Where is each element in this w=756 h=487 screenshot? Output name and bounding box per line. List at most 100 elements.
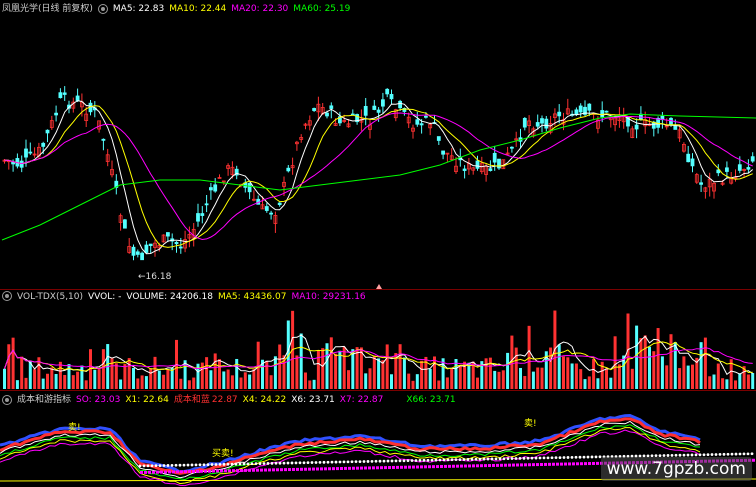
candle-body bbox=[148, 243, 153, 246]
cost-bar bbox=[396, 465, 399, 469]
ma5-label: MA5: 22.83 bbox=[112, 4, 165, 14]
cost-dot bbox=[238, 462, 242, 466]
cost-bar bbox=[524, 463, 527, 467]
candle-body bbox=[574, 109, 579, 115]
cost-dot bbox=[322, 460, 326, 464]
cost-dot bbox=[182, 463, 186, 467]
cost-dot bbox=[178, 463, 182, 467]
volume-bar bbox=[329, 337, 333, 389]
cost-bar bbox=[244, 468, 247, 472]
cost-bar bbox=[468, 464, 471, 468]
cost-dot bbox=[234, 462, 238, 466]
volume-bar bbox=[364, 373, 368, 389]
volume-bar bbox=[420, 360, 424, 389]
candle-body bbox=[363, 105, 368, 116]
cost-bar bbox=[520, 463, 523, 467]
volume-bar bbox=[235, 358, 239, 389]
cost-dot bbox=[278, 461, 282, 465]
cost-label: 成本和蓝 bbox=[173, 395, 210, 405]
cost-bar bbox=[248, 468, 251, 472]
ma20-label: MA20: 22.30 bbox=[231, 4, 289, 14]
volume-bar bbox=[347, 370, 350, 389]
cost-bar bbox=[144, 470, 147, 474]
cost-bar bbox=[184, 470, 187, 474]
cost-bar bbox=[180, 470, 183, 474]
cost-bar bbox=[188, 470, 191, 474]
cost-dot bbox=[482, 457, 486, 461]
cost-bar bbox=[192, 469, 195, 473]
candle-body bbox=[441, 150, 446, 155]
volume-bar bbox=[71, 375, 75, 389]
cost-dot bbox=[270, 461, 274, 465]
candle-body bbox=[604, 110, 609, 113]
cost-dot bbox=[274, 461, 278, 465]
cost-dot bbox=[518, 457, 522, 460]
candle-body bbox=[750, 156, 755, 162]
volume-bar bbox=[437, 380, 441, 389]
volume-bar bbox=[252, 369, 256, 389]
cost-dot bbox=[498, 457, 502, 461]
volume-bar bbox=[187, 380, 191, 389]
indicator-name: 成本和游指标 bbox=[17, 395, 72, 405]
cost-dot bbox=[378, 459, 382, 463]
candle-body bbox=[140, 252, 145, 261]
price-panel[interactable]: 凤凰光学(日线 前复权) MA5: 22.83 MA10: 22.44 MA20: 2… bbox=[0, 0, 756, 289]
candle-body bbox=[578, 105, 583, 113]
cost-bar bbox=[444, 464, 447, 468]
indicator-header: 成本和游指标 SO: 23.03 X1: 22.64 成本和蓝 22.87 X4: 24.… bbox=[2, 392, 461, 405]
volume-bar bbox=[334, 353, 338, 389]
candle-body bbox=[165, 232, 170, 237]
cost-dot bbox=[402, 459, 406, 463]
volume-bar bbox=[450, 368, 454, 389]
settings-icon[interactable] bbox=[97, 3, 108, 14]
volume-bar bbox=[390, 374, 393, 389]
x4-label: X4: 24.22 bbox=[242, 395, 287, 405]
volume-bar bbox=[144, 376, 148, 389]
price-header: 凤凰光学(日线 前复权) MA5: 22.83 MA10: 22.44 MA20: 2… bbox=[2, 1, 355, 14]
volume-bar bbox=[127, 358, 131, 389]
settings-icon[interactable] bbox=[2, 394, 12, 405]
volume-bar bbox=[226, 369, 230, 389]
volume-bar bbox=[398, 344, 402, 389]
cost-dot bbox=[290, 461, 294, 465]
volume-bar bbox=[28, 361, 32, 389]
candle-body bbox=[398, 100, 403, 109]
volume-panel[interactable]: VOL-TDX(5,10) VVOL: - VOLUME: 24206.18 MA5:… bbox=[0, 290, 756, 390]
cost-bar bbox=[552, 462, 555, 466]
candle-body bbox=[587, 103, 592, 111]
volume-bar bbox=[41, 378, 45, 389]
cost-dot bbox=[342, 460, 346, 464]
volume-bar bbox=[278, 344, 282, 389]
candlestick-chart[interactable] bbox=[0, 0, 756, 289]
volume-bar bbox=[20, 356, 24, 389]
cost-bar bbox=[160, 470, 163, 474]
volume-bar bbox=[467, 362, 471, 389]
cost-bar bbox=[200, 469, 203, 473]
cost-bar bbox=[476, 464, 479, 468]
settings-icon[interactable] bbox=[2, 291, 12, 301]
cost-bar bbox=[580, 462, 583, 466]
volume-bar bbox=[342, 346, 346, 389]
volume-bar bbox=[613, 336, 617, 389]
cost-dot bbox=[366, 460, 370, 463]
cost-bar bbox=[464, 464, 467, 468]
volume-bar bbox=[24, 377, 28, 389]
cost-bar bbox=[252, 468, 255, 472]
volume-chart[interactable] bbox=[0, 290, 756, 390]
cost-value: 22.87 bbox=[211, 395, 238, 405]
cost-dot bbox=[502, 457, 506, 461]
cost-dot bbox=[582, 455, 586, 459]
volume-bar bbox=[308, 380, 312, 389]
cost-dot bbox=[382, 459, 386, 463]
cost-bar bbox=[400, 465, 403, 469]
candle-body bbox=[746, 167, 751, 170]
cost-dot bbox=[306, 461, 310, 465]
volume-bar bbox=[458, 365, 462, 389]
candle-body bbox=[174, 241, 179, 245]
candle-body bbox=[24, 148, 28, 158]
cost-dot bbox=[302, 461, 306, 465]
cost-bar bbox=[540, 463, 543, 466]
volume-bar bbox=[243, 372, 247, 389]
cost-bar bbox=[484, 464, 487, 468]
volume-bar bbox=[192, 377, 196, 389]
